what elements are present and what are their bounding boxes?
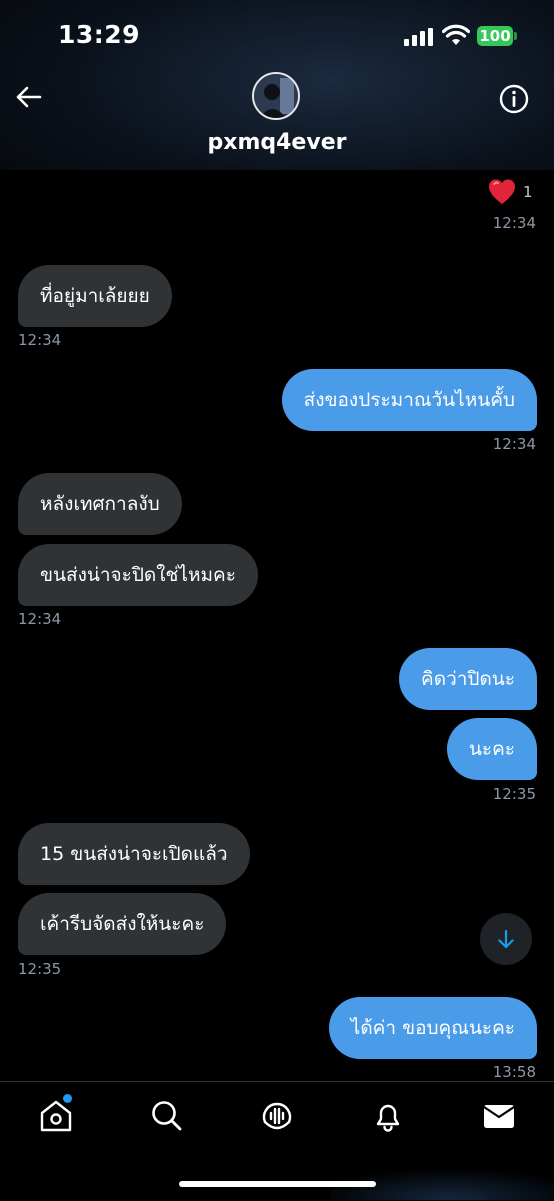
home-indicator: [179, 1181, 376, 1187]
message-text: หลังเทศกาลงับ: [40, 493, 160, 515]
notification-dot: [63, 1094, 72, 1103]
battery-icon: 100: [477, 26, 513, 46]
message-text: ที่อยู่มาเล้ยยย: [40, 285, 150, 307]
incoming-message[interactable]: ขนส่งน่าจะปิดใช่ไหมคะ: [18, 544, 258, 606]
incoming-message[interactable]: ที่อยู่มาเล้ยยย: [18, 265, 172, 327]
info-icon[interactable]: [497, 82, 531, 116]
message-timestamp: 13:58: [492, 1063, 536, 1081]
reaction-count: 1: [523, 183, 533, 201]
home-icon[interactable]: [38, 1098, 74, 1134]
message-text: ขนส่งน่าจะปิดใช่ไหมคะ: [40, 564, 236, 586]
signal-icon: [404, 28, 434, 46]
avatar[interactable]: [252, 72, 300, 120]
heart-reaction-icon[interactable]: [487, 177, 517, 207]
message-timestamp: 12:34: [492, 214, 536, 232]
message-timestamp: 12:34: [492, 435, 536, 453]
outgoing-message[interactable]: ส่งของประมาณวันไหนคั้บ: [281, 369, 537, 431]
message-text: เค้ารีบจัดส่งให้นะคะ: [40, 913, 205, 935]
conversation-username[interactable]: pxmq4ever: [0, 130, 554, 155]
message-timestamp: 12:34: [18, 331, 62, 349]
wifi-icon: [442, 24, 470, 45]
incoming-message[interactable]: หลังเทศกาลงับ: [18, 473, 182, 535]
message-text: ส่งของประมาณวันไหนคั้บ: [303, 389, 515, 411]
outgoing-message[interactable]: ได้ค่า ขอบคุณนะคะ: [328, 997, 537, 1059]
message-timestamp: 12:35: [18, 960, 62, 978]
avatar-image: [254, 74, 298, 118]
status-time: 13:29: [58, 20, 141, 49]
message-text: ได้ค่า ขอบคุณนะคะ: [350, 1017, 515, 1039]
incoming-message[interactable]: เค้ารีบจัดส่งให้นะคะ: [18, 893, 227, 955]
spaces-icon[interactable]: [259, 1098, 295, 1134]
search-icon[interactable]: [149, 1098, 185, 1134]
arrow-down-icon: [498, 929, 514, 949]
message-text: 15 ขนส่งน่าจะเปิดแล้ว: [40, 843, 228, 865]
messages-icon[interactable]: [481, 1098, 517, 1134]
message-timestamp: 12:34: [18, 610, 62, 628]
back-arrow-icon[interactable]: [12, 80, 46, 114]
incoming-message[interactable]: 15 ขนส่งน่าจะเปิดแล้ว: [18, 823, 250, 885]
scroll-to-bottom-button[interactable]: [480, 913, 532, 965]
outgoing-message[interactable]: คิดว่าปิดนะ: [399, 648, 537, 710]
outgoing-message[interactable]: นะคะ: [446, 718, 537, 780]
message-text: นะคะ: [468, 738, 515, 760]
notifications-icon[interactable]: [370, 1098, 406, 1134]
message-text: คิดว่าปิดนะ: [421, 668, 515, 690]
message-timestamp: 12:35: [492, 785, 536, 803]
battery-tip: [514, 32, 517, 40]
